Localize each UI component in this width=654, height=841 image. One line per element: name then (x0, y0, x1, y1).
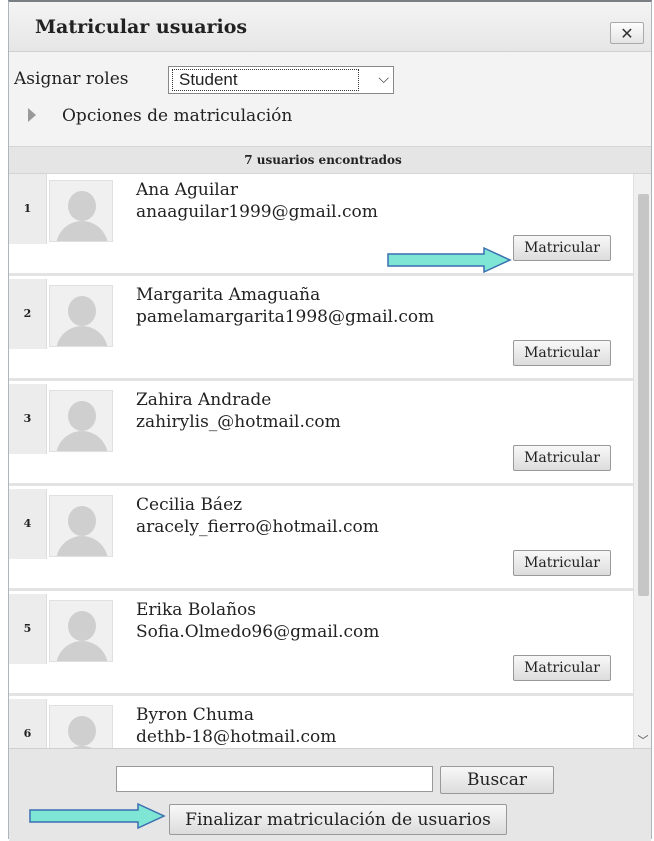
user-email: zahirylis_@hotmail.com (136, 412, 341, 432)
enrol-options-label: Opciones de matriculación (62, 106, 293, 126)
row-number: 3 (9, 384, 47, 454)
dialog-titlebar: Matricular usuarios ✕ (9, 2, 651, 52)
user-email: anaaguilar1999@gmail.com (136, 202, 378, 222)
user-name: Margarita Amaguaña (136, 285, 321, 305)
row-number: 5 (9, 594, 47, 664)
user-row: 5 Erika Bolaños Sofia.Olmedo96@gmail.com Ma… (9, 594, 633, 696)
row-number: 1 (9, 174, 47, 244)
enrol-button[interactable]: Matricular (513, 445, 611, 471)
avatar (49, 285, 113, 347)
enrol-dialog: Matricular usuarios ✕ Asignar roles Stud… (8, 0, 652, 841)
finish-enrolment-button[interactable]: Finalizar matriculación de usuarios (169, 804, 507, 835)
user-row: 4 Cecilia Báez aracely_fierro@hotmail.com M… (9, 489, 633, 591)
user-row: 1 Ana Aguilar anaaguilar1999@gmail.com Matr… (9, 174, 633, 276)
enrol-options-toggle[interactable]: Opciones de matriculación (9, 106, 649, 134)
enrol-button[interactable]: Matricular (513, 655, 611, 681)
row-number: 2 (9, 279, 47, 349)
role-select[interactable]: Student ⌵ (168, 66, 394, 94)
assign-roles-label: Asignar roles (14, 69, 129, 89)
user-name: Cecilia Báez (136, 495, 243, 515)
user-row: 6Byron Chumadethb-18@hotmail.comMatricul… (9, 699, 633, 748)
avatar (49, 705, 113, 748)
avatar (49, 600, 113, 662)
row-number: 4 (9, 489, 47, 559)
results-count: 7 usuarios encontrados (9, 146, 651, 174)
user-email: dethb-18@hotmail.com (136, 727, 337, 747)
user-name: Zahira Andrade (136, 390, 272, 410)
user-name: Byron Chuma (136, 705, 254, 725)
user-list: 1 Ana Aguilar anaaguilar1999@gmail.com Matr… (9, 174, 651, 748)
role-select-value: Student (172, 69, 359, 91)
user-row: 3 Zahira Andrade zahirylis_@hotmail.com Mat… (9, 384, 633, 486)
scrollbar-thumb[interactable] (638, 194, 649, 596)
user-name: Erika Bolaños (136, 600, 257, 620)
user-email: pamelamargarita1998@gmail.com (136, 307, 435, 327)
close-button[interactable]: ✕ (610, 22, 644, 44)
expand-triangle-icon (28, 108, 36, 122)
close-icon: ✕ (620, 23, 634, 43)
enrol-button[interactable]: Matricular (513, 550, 611, 576)
search-button[interactable]: Buscar (440, 766, 554, 794)
enrol-button[interactable]: Matricular (513, 340, 611, 366)
scrollbar[interactable]: ︿ ﹀ (633, 174, 651, 748)
annotation-arrow-icon (29, 802, 166, 830)
avatar (49, 495, 113, 557)
user-email: aracely_fierro@hotmail.com (136, 517, 379, 537)
dialog-title: Matricular usuarios (35, 16, 248, 38)
enrol-button[interactable]: Matricular (513, 235, 611, 261)
avatar (49, 180, 113, 242)
search-input[interactable] (116, 766, 433, 792)
row-number: 6 (9, 699, 47, 748)
user-email: Sofia.Olmedo96@gmail.com (136, 622, 380, 642)
assign-roles-row: Asignar roles Student ⌵ (9, 66, 649, 94)
annotation-arrow-icon (387, 246, 512, 274)
chevron-down-icon: ⌵ (378, 71, 389, 87)
user-name: Ana Aguilar (136, 180, 239, 200)
avatar (49, 390, 113, 452)
user-row: 2 Margarita Amaguaña pamelamargarita1998@g… (9, 279, 633, 381)
scroll-down-arrow-icon[interactable]: ﹀ (634, 732, 651, 748)
